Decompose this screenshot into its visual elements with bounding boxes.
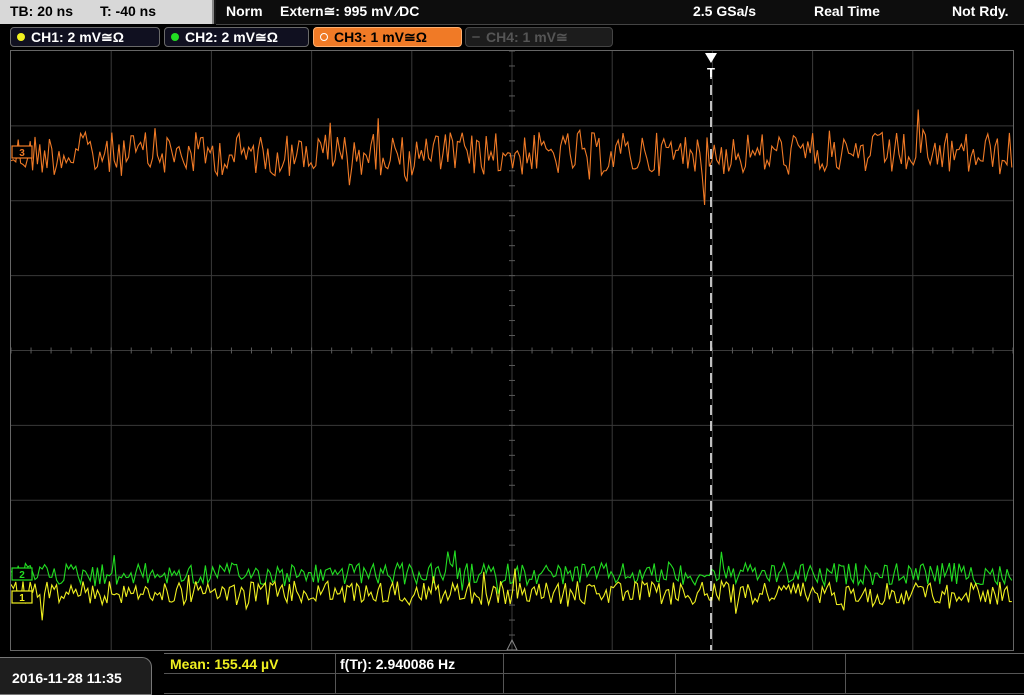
measurement-cell[interactable] [504,654,676,674]
measurement-cell[interactable] [846,674,1024,694]
acquisition-mode: Real Time [814,3,880,19]
datetime: 2016-11-28 11:35 [12,670,122,686]
channel-3-tab[interactable]: CH3: 1 mV≅Ω [313,27,462,47]
trigger-mode[interactable]: Norm [226,3,263,19]
ch2-waveform [11,550,1013,594]
scope-grid: T 3 2 1 [11,51,1013,650]
acquisition-state: Not Rdy. [952,3,1009,19]
ch2-reference-marker: 2 [19,570,25,581]
channel-4-label: CH4: 1 mV≅ [486,29,568,45]
trigger-source[interactable]: Extern≅: 995 mV ⁄DC [280,3,419,20]
channel-2-tab[interactable]: CH2: 2 mV≅Ω [164,27,309,47]
channel-3-indicator-icon [320,33,328,41]
measurement-cell[interactable] [676,674,846,694]
mean-measurement: Mean: 155.44 µV [170,656,279,672]
channel-1-label: CH1: 2 mV≅Ω [31,29,124,45]
channel-2-label: CH2: 2 mV≅Ω [185,29,278,45]
channel-1-tab[interactable]: CH1: 2 mV≅Ω [10,27,160,47]
channel-bar: CH1: 2 mV≅Ω CH2: 2 mV≅Ω CH3: 1 mV≅Ω CH4:… [0,25,1024,49]
ch1-reference-marker: 1 [19,593,25,604]
measurement-cell[interactable] [676,654,846,674]
channel-3-label: CH3: 1 mV≅Ω [334,29,427,45]
measurement-cell[interactable] [164,674,336,694]
top-bar: TB: 20 ns T: -40 ns Norm Extern≅: 995 mV… [0,0,1024,25]
measurement-panel[interactable]: Mean: 155.44 µV f(Tr): 2.940086 Hz [164,653,1024,694]
measurement-cell[interactable] [336,674,504,694]
channel-2-indicator-icon [171,33,179,41]
channel-4-indicator-icon [472,36,480,38]
channel-4-tab[interactable]: CH4: 1 mV≅ [465,27,613,47]
measurement-cell[interactable] [846,654,1024,674]
timebase-label: TB: 20 ns [10,3,74,19]
measurement-cell[interactable]: f(Tr): 2.940086 Hz [336,654,504,674]
bottom-bar: 2016-11-28 11:35 Mean: 155.44 µV f(Tr): … [0,651,1024,695]
trigger-marker-icon [705,53,717,63]
ch3-reference-marker: 3 [19,148,25,159]
datetime-box: 2016-11-28 11:35 [0,657,152,695]
sample-rate: 2.5 GSa/s [693,3,757,19]
trigger-position-label: T: -40 ns [100,3,157,19]
trigger-frequency: f(Tr): 2.940086 Hz [340,656,456,672]
measurement-cell[interactable] [504,674,676,694]
waveform-display[interactable]: T 3 2 1 [10,50,1014,651]
status-bar: Norm Extern≅: 995 mV ⁄DC 2.5 GSa/s Real … [216,0,1024,25]
ch3-waveform [11,109,1013,206]
channel-1-indicator-icon [17,33,25,41]
measurement-cell[interactable]: Mean: 155.44 µV [164,654,336,674]
timebase-box[interactable]: TB: 20 ns T: -40 ns [0,0,214,24]
trigger-label: T [707,65,715,80]
